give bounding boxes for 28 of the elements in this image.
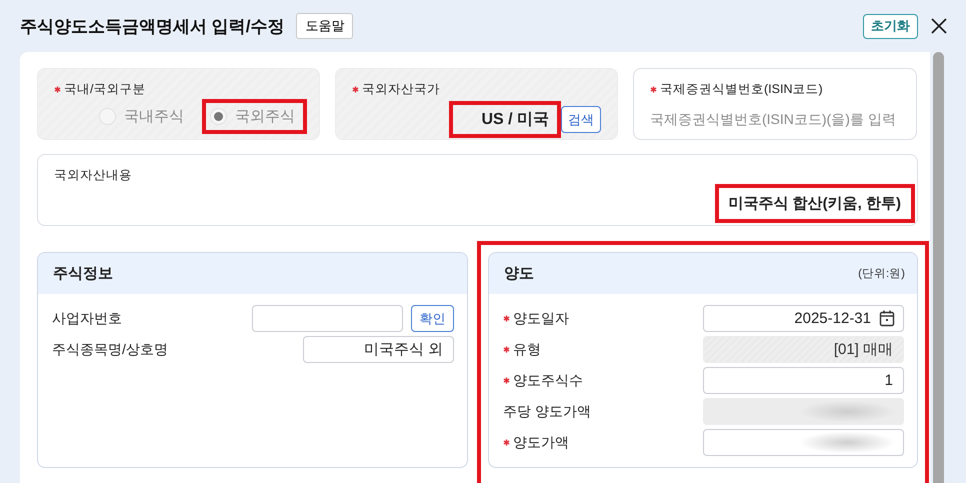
field-label: 양도주식수 [513, 372, 583, 390]
field-label: 양도가액 [513, 434, 569, 452]
scrollbar[interactable] [933, 52, 944, 483]
field-label: 주식종목명/상호명 [52, 340, 168, 358]
field-label: 국외자산내용 [54, 166, 132, 184]
field-label: 주당 양도가액 [503, 402, 591, 420]
field-label: 국외자산국가 [362, 80, 440, 98]
input-field[interactable]: 미국주식 외 [303, 336, 454, 363]
isin-field[interactable]: 국제증권식별번호(ISIN코드) 국제증권식별번호(ISIN코드)(을)를 입력 [633, 68, 917, 140]
input-field[interactable]: 1 [703, 367, 904, 394]
dialog-title: 주식양도소득금액명세서 입력/수정 [20, 16, 284, 38]
confirm-button[interactable]: 확인 [411, 305, 454, 332]
panel-title: 양도 [504, 264, 534, 283]
date-field[interactable]: 2025-12-31 [703, 305, 904, 332]
help-button[interactable]: 도움말 [296, 13, 354, 39]
reset-button[interactable]: 초기화 [863, 14, 918, 38]
close-icon[interactable] [930, 17, 948, 35]
panel-title: 주식정보 [53, 264, 113, 283]
field-label: 유형 [513, 340, 541, 358]
isin-input[interactable]: 국제증권식별번호(ISIN코드)(을)를 입력 [650, 105, 900, 132]
field-label: 양도일자 [513, 310, 569, 328]
calendar-icon[interactable] [879, 310, 895, 327]
field-label: 국제증권식별번호(ISIN코드) [660, 80, 823, 98]
field-label: 국내/국외구분 [64, 80, 146, 98]
field-label: 사업자번호 [52, 310, 122, 328]
unit-label: (단위:원) [858, 267, 905, 281]
blurred-input-field[interactable] [703, 429, 904, 456]
input-field[interactable] [252, 305, 403, 332]
